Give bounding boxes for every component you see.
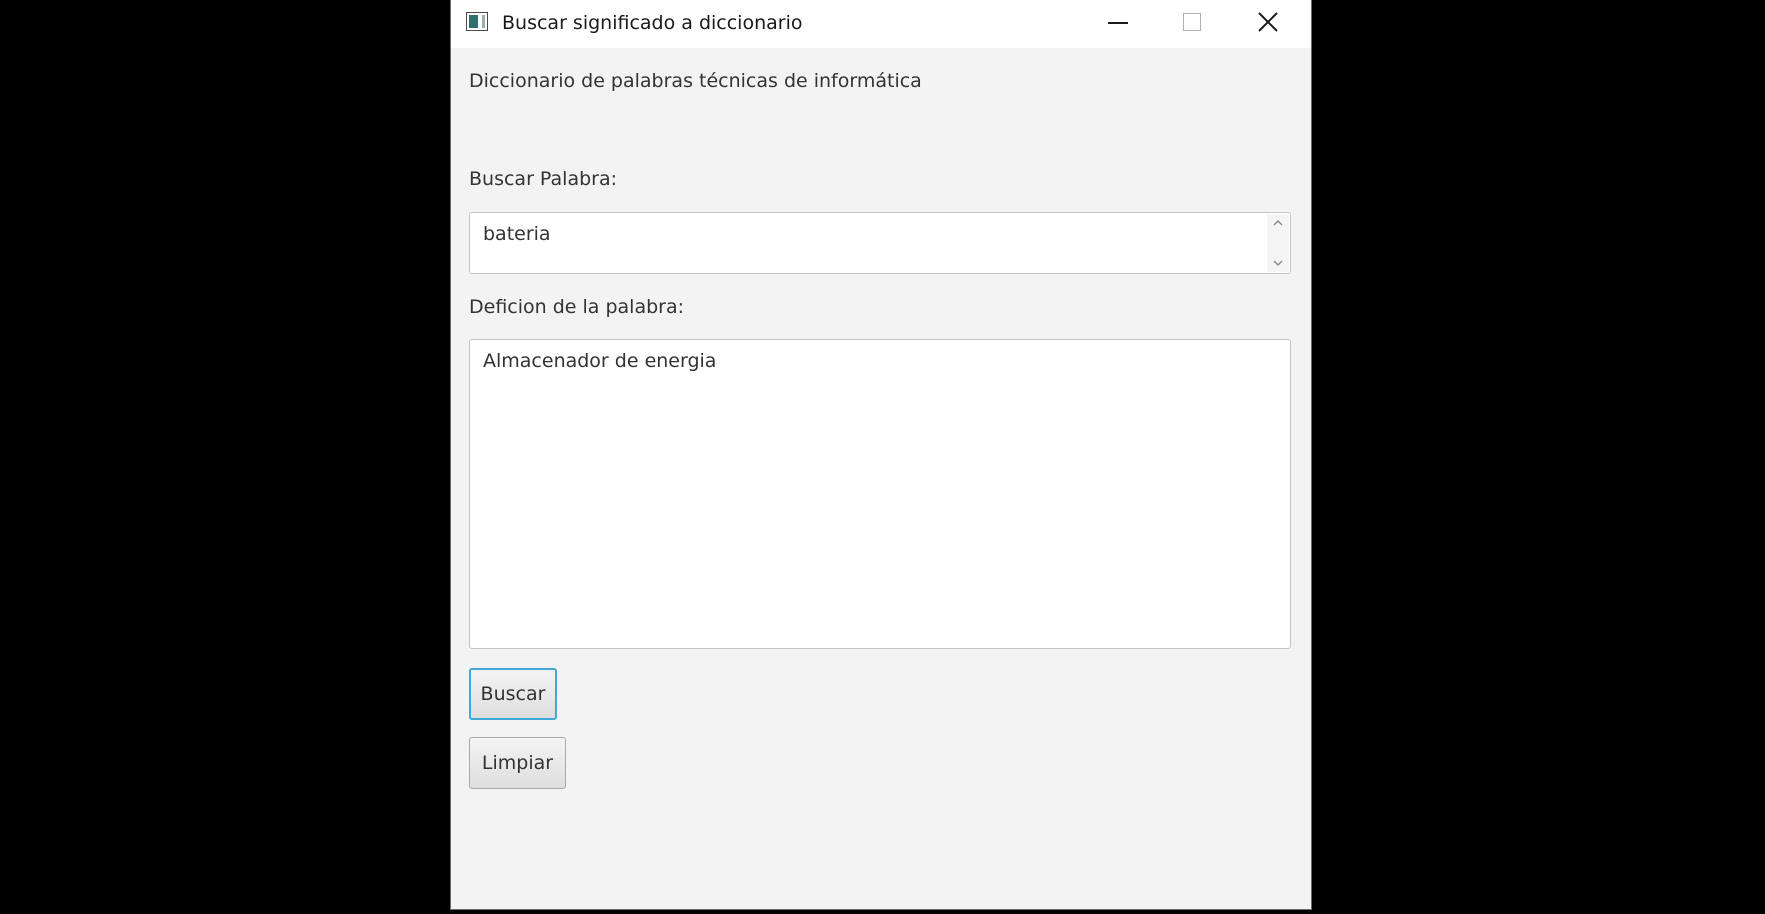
search-button[interactable]: Buscar <box>469 668 557 720</box>
scroll-up-icon[interactable] <box>1273 218 1283 228</box>
close-icon <box>1258 12 1278 32</box>
search-word-value: bateria <box>483 223 551 245</box>
app-window: Buscar significado a diccionario Diccion… <box>450 0 1312 910</box>
search-word-input[interactable]: bateria <box>469 212 1291 274</box>
scroll-down-icon[interactable] <box>1273 258 1283 268</box>
definition-value: Almacenador de energia <box>483 350 717 372</box>
clear-button[interactable]: Limpiar <box>469 737 566 789</box>
app-window-icon <box>466 12 488 31</box>
close-button[interactable] <box>1231 0 1307 46</box>
definition-label: Deficion de la palabra: <box>469 296 685 318</box>
dictionary-header-label: Diccionario de palabras técnicas de info… <box>469 70 922 92</box>
maximize-icon <box>1183 13 1201 31</box>
search-input-scrollbar[interactable] <box>1267 214 1289 272</box>
search-word-label: Buscar Palabra: <box>469 168 618 190</box>
maximize-button[interactable] <box>1155 0 1231 46</box>
minimize-icon <box>1108 22 1128 24</box>
minimize-button[interactable] <box>1079 0 1155 46</box>
title-bar[interactable]: Buscar significado a diccionario <box>451 0 1311 48</box>
definition-textarea[interactable]: Almacenador de energia <box>469 339 1291 649</box>
window-title: Buscar significado a diccionario <box>502 12 803 34</box>
